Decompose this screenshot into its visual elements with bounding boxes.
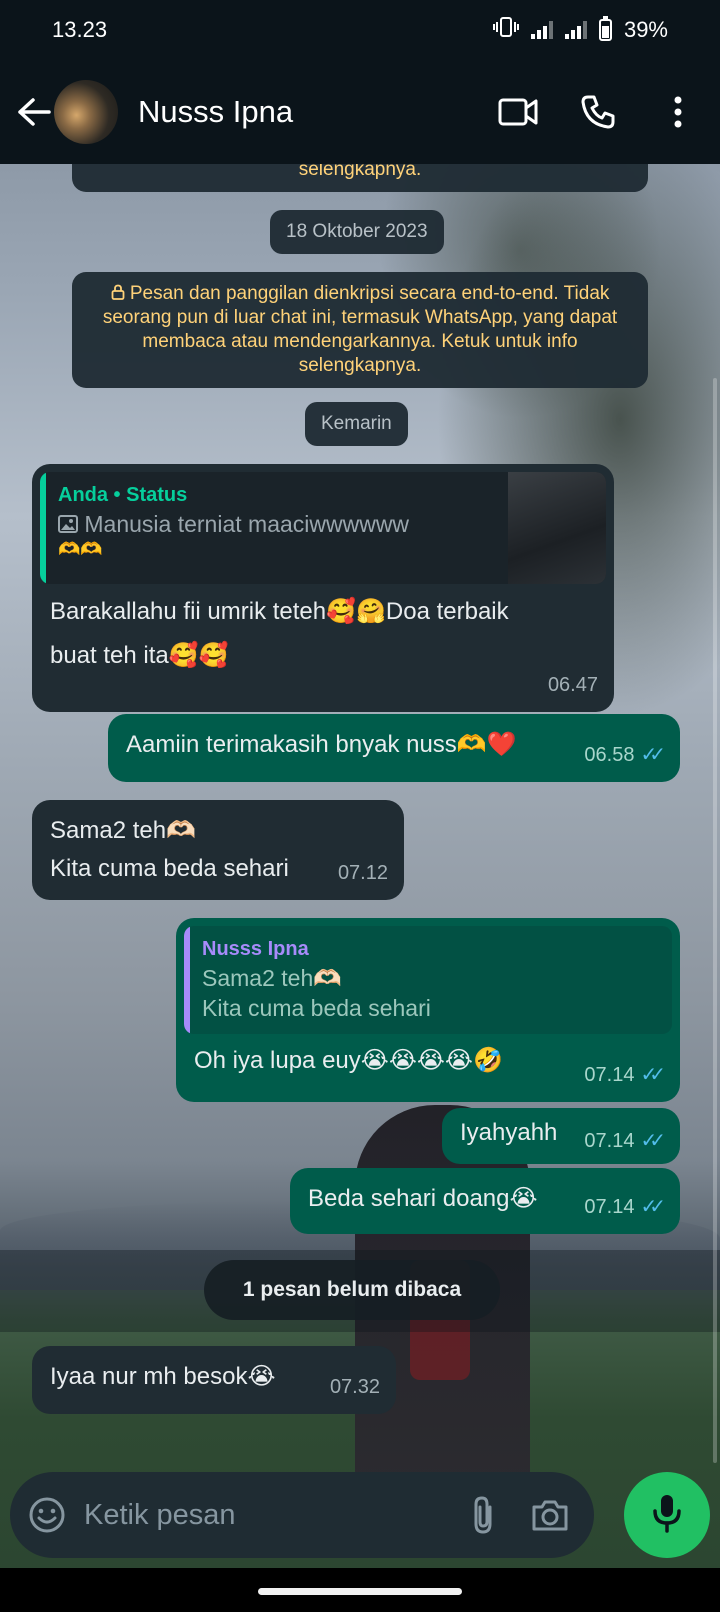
message-meta: 07.14 ✓✓ — [584, 1188, 665, 1226]
image-icon — [58, 511, 84, 537]
message-text: Iyahyahh — [460, 1119, 558, 1146]
message-outgoing[interactable]: Nusss Ipna Sama2 teh🫶🏻 Kita cuma beda se… — [176, 918, 680, 1102]
message-input[interactable] — [84, 1498, 461, 1532]
double-check-icon: ✓✓ — [640, 1064, 665, 1086]
message-incoming[interactable]: Sama2 teh🫶🏻 Kita cuma beda sehari 07.12 — [32, 800, 404, 900]
double-check-icon: ✓✓ — [640, 1130, 665, 1152]
message-time: 07.14 — [584, 1196, 635, 1218]
message-outgoing[interactable]: Iyahyahh 07.14 ✓✓ — [442, 1108, 680, 1164]
message-text-line1: Barakallahu fii umrik teteh🥰🤗Doa terbaik — [50, 598, 509, 625]
message-text: Iyaa nur mh besok😭 — [50, 1363, 276, 1390]
quote-emoji: 🫶🫶 — [58, 539, 103, 560]
chat-header: Nusss Ipna — [0, 60, 720, 164]
message-time: 06.47 — [547, 674, 598, 696]
encryption-notice[interactable]: Pesan dan panggilan dienkripsi secara en… — [72, 272, 648, 388]
battery-percent: 39% — [623, 17, 668, 42]
emoji-icon[interactable] — [28, 1494, 66, 1536]
more-options-icon[interactable] — [652, 86, 704, 138]
quote-text: Manusia terniat maaciwwwwww — [84, 511, 410, 537]
battery-icon — [598, 16, 612, 41]
attach-icon[interactable] — [461, 1490, 506, 1540]
message-incoming[interactable]: Iyaa nur mh besok😭 07.32 — [32, 1346, 396, 1414]
encryption-notice-partial[interactable]: selengkapnya. — [72, 164, 648, 192]
home-gesture-pill[interactable] — [258, 1588, 462, 1595]
lock-icon — [111, 283, 130, 304]
message-text-line2: Kita cuma beda sehari — [50, 855, 289, 882]
system-navigation-bar — [0, 1568, 720, 1612]
message-time: 07.12 — [337, 862, 388, 884]
status-icons: 39% — [492, 16, 668, 43]
message-composer — [10, 1472, 594, 1558]
voice-message-button[interactable] — [624, 1472, 710, 1558]
camera-icon[interactable] — [528, 1490, 573, 1540]
message-time: 07.32 — [329, 1376, 380, 1398]
back-arrow-icon[interactable] — [14, 92, 54, 132]
message-meta: 07.14 ✓✓ — [584, 1056, 665, 1094]
date-chip-yesterday: Kemarin — [305, 402, 408, 446]
double-check-icon: ✓✓ — [640, 1196, 665, 1218]
encryption-notice-text: Pesan dan panggilan dienkripsi secara en… — [102, 283, 618, 376]
microphone-icon — [652, 1493, 682, 1538]
message-text-line1: Sama2 teh🫶🏻 — [50, 817, 196, 844]
quote-line2: Kita cuma beda sehari — [202, 995, 431, 1021]
contact-name[interactable]: Nusss Ipna — [138, 94, 492, 130]
unread-messages-divider: 1 pesan belum dibaca — [204, 1260, 500, 1320]
video-call-icon[interactable] — [492, 86, 544, 138]
message-outgoing[interactable]: Beda sehari doang😭 07.14 ✓✓ — [290, 1168, 680, 1234]
double-check-icon: ✓✓ — [640, 744, 665, 766]
quote-line1: Sama2 teh🫶🏻 — [202, 965, 342, 991]
status-thumbnail — [508, 472, 606, 584]
message-text: Aamiin terimakasih bnyak nuss🫶❤️ — [126, 731, 517, 758]
chat-message-list[interactable]: selengkapnya. 18 Oktober 2023 Pesan dan … — [0, 164, 720, 1470]
message-incoming[interactable]: Anda • Status Manusia terniat maaciwwwww… — [32, 464, 614, 712]
status-time: 13.23 — [52, 17, 108, 42]
phone-call-icon[interactable] — [572, 86, 624, 138]
quote-author: Nusss Ipna — [202, 938, 309, 960]
quoted-message[interactable]: Nusss Ipna Sama2 teh🫶🏻 Kita cuma beda se… — [184, 926, 672, 1034]
message-time: 06.58 — [584, 744, 635, 766]
status-bar: 13.23 39% — [0, 0, 720, 60]
contact-avatar[interactable] — [54, 80, 118, 144]
date-chip-18-oct: 18 Oktober 2023 — [270, 210, 444, 254]
message-text-line2: buat teh ita🥰🥰 — [50, 642, 229, 669]
message-meta: 06.58 ✓✓ — [584, 736, 665, 774]
quoted-status[interactable]: Anda • Status Manusia terniat maaciwwwww… — [40, 472, 606, 584]
message-outgoing[interactable]: Aamiin terimakasih bnyak nuss🫶❤️ 06.58 ✓… — [108, 714, 680, 782]
chat-scrollbar[interactable] — [713, 378, 717, 1463]
message-text: Beda sehari doang😭 — [308, 1185, 538, 1212]
message-time: 07.14 — [584, 1130, 635, 1152]
signal-icon-2 — [564, 21, 587, 39]
vibrate-icon — [492, 17, 519, 43]
signal-icon-1 — [530, 21, 553, 39]
message-meta: 07.14 ✓✓ — [584, 1122, 665, 1160]
message-time: 07.14 — [584, 1064, 635, 1086]
quote-author: Anda • Status — [58, 484, 188, 506]
